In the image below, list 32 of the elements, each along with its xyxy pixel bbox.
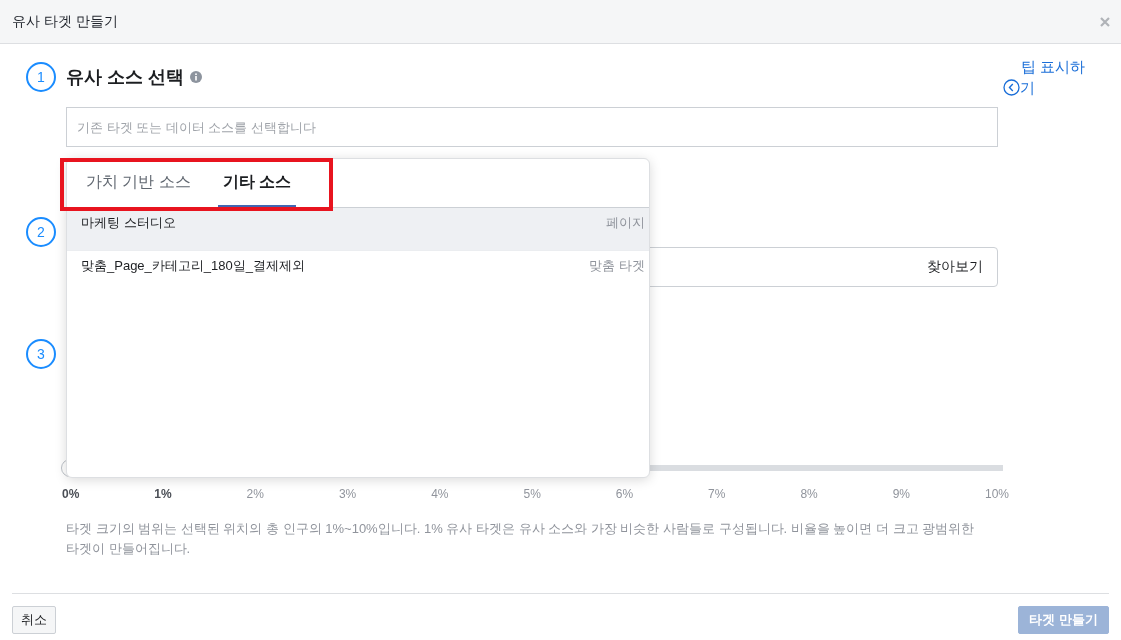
- tick-label: 8%: [800, 487, 818, 501]
- tick-label: 10%: [984, 487, 1009, 501]
- window-title: 유사 타겟 만들기: [12, 12, 118, 31]
- tick-label: 1%: [154, 487, 172, 501]
- step-title: 유사 소스 선택: [66, 66, 184, 89]
- source-option[interactable]: 마케팅 스터디오 페이지: [67, 208, 649, 251]
- option-name: 마케팅 스터디오: [81, 214, 176, 232]
- info-icon[interactable]: [190, 71, 202, 83]
- option-type: 페이지: [606, 214, 645, 232]
- tick-label: 6%: [615, 487, 634, 501]
- source-tab[interactable]: 가치 기반 소스: [81, 159, 196, 207]
- tick-label: 5%: [523, 487, 541, 501]
- tick-label: 7%: [708, 487, 726, 501]
- step-number: 3: [26, 339, 56, 369]
- source-field[interactable]: 기존 타겟 또는 데이터 소스를 선택합니다: [66, 107, 998, 147]
- browse-button[interactable]: 찾아보기: [913, 248, 997, 286]
- cancel-button[interactable]: 취소: [12, 606, 56, 634]
- tick-label: 2%: [246, 487, 264, 501]
- source-tab[interactable]: 기타 소스: [217, 159, 297, 207]
- step-number: 2: [26, 217, 56, 247]
- tick-label: 3%: [338, 487, 357, 501]
- source-option[interactable]: 맞춤_Page_카테고리_180일_결제제외 맞춤 타겟: [67, 251, 649, 294]
- step-number: 1: [26, 62, 56, 92]
- tick-label: 0%: [62, 487, 80, 501]
- tick-label: 4%: [431, 487, 449, 501]
- option-name: 맞춤_Page_카테고리_180일_결제제외: [81, 257, 305, 275]
- tips-link[interactable]: 팁 표시하기: [1003, 56, 1088, 98]
- description-text: 타겟 크기의 범위는 선택된 위치의 총 인구의 1%~10%입니다. 1% 유사 타겟은 유사 소스와 가장 비슷한 사람들로 구성됩니다. 비율을 높이면 더 크고 광범위한 타겟이 만들어집니다.: [66, 520, 976, 558]
- chevron-left-icon[interactable]: [1003, 79, 1020, 96]
- option-type: 맞춤 타겟: [589, 257, 645, 275]
- tick-label: 9%: [892, 487, 910, 501]
- close-icon[interactable]: [1099, 15, 1111, 28]
